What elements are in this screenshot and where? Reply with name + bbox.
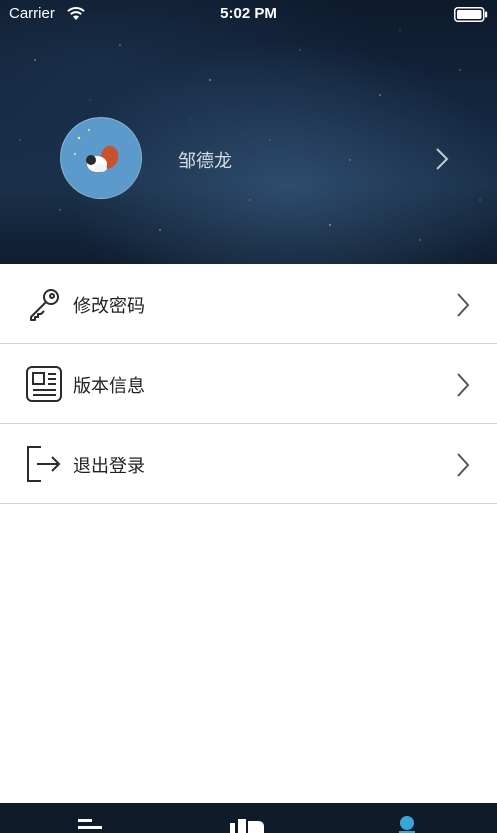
avatar[interactable]	[60, 117, 142, 199]
chevron-right-icon	[457, 453, 470, 477]
list-icon[interactable]	[78, 817, 104, 833]
chevron-right-icon	[457, 293, 470, 317]
key-icon	[30, 289, 59, 321]
chevron-right-icon	[457, 373, 470, 397]
profile-header: Carrier 5:02 PM 邹德龙	[0, 0, 497, 264]
menu-item-label: 修改密码	[73, 296, 145, 317]
user-name: 邹德龙	[178, 151, 232, 172]
logout-icon	[27, 446, 61, 482]
news-icon	[26, 366, 62, 402]
menu-item-change-password[interactable]: 修改密码	[0, 264, 497, 344]
person-icon[interactable]	[397, 815, 417, 833]
profile-row[interactable]: 邹德龙	[0, 110, 497, 206]
battery-icon	[454, 7, 488, 22]
avatar-moon-image	[61, 118, 141, 198]
tab-bar	[0, 803, 497, 833]
menu-item-version-info[interactable]: 版本信息	[0, 344, 497, 424]
status-bar: Carrier 5:02 PM	[0, 0, 497, 28]
menu-item-label: 版本信息	[73, 376, 145, 397]
menu-item-label: 退出登录	[73, 456, 145, 477]
status-time: 5:02 PM	[220, 5, 277, 22]
profile-screen: Carrier 5:02 PM 邹德龙 修改密码 版本信息 退出登录	[0, 0, 497, 833]
settings-menu: 修改密码 版本信息 退出登录	[0, 264, 497, 504]
chevron-right-icon	[436, 148, 449, 170]
menu-item-logout[interactable]: 退出登录	[0, 424, 497, 504]
stats-icon[interactable]	[228, 817, 268, 833]
